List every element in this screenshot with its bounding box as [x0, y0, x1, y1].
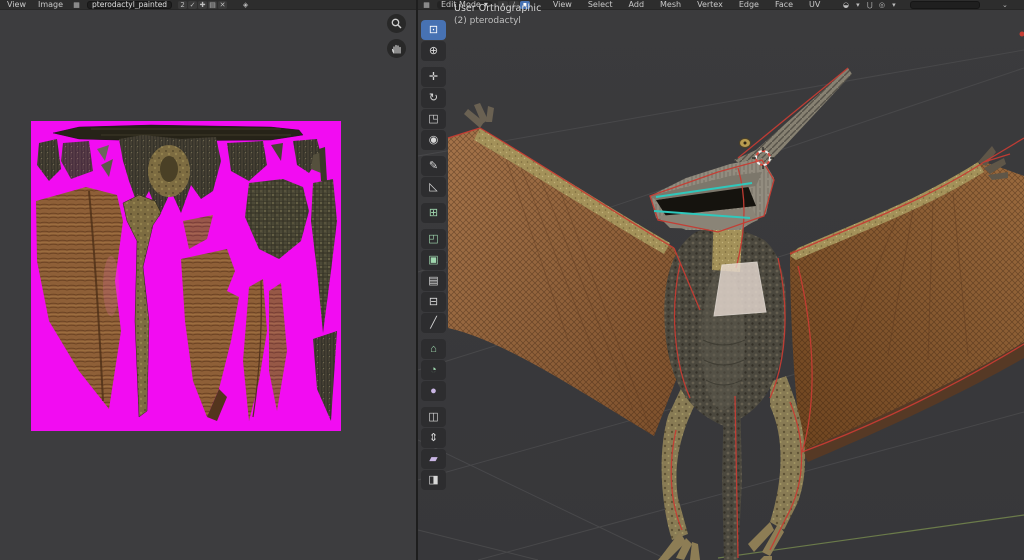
- tool-bevel[interactable]: ▤: [421, 271, 446, 291]
- tool-add-cube[interactable]: ⊞: [421, 203, 446, 223]
- zoom-icon[interactable]: [387, 14, 406, 33]
- tool-smooth[interactable]: ●: [421, 381, 446, 401]
- image-editor-header: View Image ▦ pterodactyl_painted 2 ✓ ✚ ▤ …: [0, 0, 416, 10]
- tool-poly-build[interactable]: ⌂: [421, 339, 446, 359]
- tool-rip-region[interactable]: ◨: [421, 470, 446, 490]
- menu-add[interactable]: Add: [626, 0, 648, 9]
- texture-atlas-canvas: [31, 121, 341, 431]
- scene-pterodactyl: [418, 10, 1024, 560]
- tool-knife[interactable]: ╱: [421, 313, 446, 333]
- tool-shear[interactable]: ▰: [421, 449, 446, 469]
- viewport-header-icons: ◒▾⋃◎▾: [841, 1, 898, 9]
- transform-orientation-icon[interactable]: ◒: [841, 1, 850, 9]
- users-count-button[interactable]: 2: [178, 1, 187, 9]
- menu-select[interactable]: Select: [585, 0, 616, 9]
- tool-measure[interactable]: ◺: [421, 177, 446, 197]
- tool-shrink-fatten[interactable]: ⇕: [421, 428, 446, 448]
- image-datablock-buttons: 2 ✓ ✚ ▤ ✕: [178, 1, 227, 9]
- tool-edge-slide[interactable]: ◫: [421, 407, 446, 427]
- menu-view[interactable]: View: [4, 0, 29, 9]
- menu-face[interactable]: Face: [772, 0, 796, 9]
- unlink-image-icon[interactable]: ✕: [218, 1, 227, 9]
- texture-atlas-image[interactable]: [31, 121, 341, 431]
- image-name-field[interactable]: pterodactyl_painted: [87, 1, 172, 9]
- fake-user-icon[interactable]: ✓: [188, 1, 197, 9]
- tool-extrude-region[interactable]: ◰: [421, 229, 446, 249]
- tool-annotate[interactable]: ✎: [421, 156, 446, 176]
- tool-move[interactable]: ✛: [421, 67, 446, 87]
- pin-icon[interactable]: ◈: [241, 1, 250, 9]
- viewport-overlay-text: User Orthographic (2) pterodactyl: [454, 3, 541, 27]
- header-field[interactable]: [910, 1, 980, 9]
- proportional-editing-icon[interactable]: ◎: [877, 1, 886, 9]
- view-name-label: User Orthographic: [454, 3, 541, 15]
- menu-view[interactable]: View: [550, 0, 575, 9]
- viewport-canvas[interactable]: [418, 10, 1024, 560]
- options-icon[interactable]: ⌄: [1000, 1, 1009, 9]
- tool-scale[interactable]: ◳: [421, 109, 446, 129]
- selected-face[interactable]: [714, 262, 766, 316]
- menu-image[interactable]: Image: [35, 0, 66, 9]
- open-image-icon[interactable]: ▤: [208, 1, 217, 9]
- uv-image-editor: View Image ▦ pterodactyl_painted 2 ✓ ✚ ▤ …: [0, 0, 416, 560]
- tool-rotate[interactable]: ↻: [421, 88, 446, 108]
- viewport-menus: View Select Add Mesh Vertex Edge Face UV: [550, 0, 824, 9]
- menu-edge[interactable]: Edge: [736, 0, 762, 9]
- tool-inset-faces[interactable]: ▣: [421, 250, 446, 270]
- editor-type-icon[interactable]: ▦: [422, 1, 431, 9]
- active-object-label: (2) pterodactyl: [454, 15, 541, 27]
- image-nav-gizmos: [387, 14, 406, 58]
- menu-uv[interactable]: UV: [806, 0, 823, 9]
- tool-loop-cut[interactable]: ⊟: [421, 292, 446, 312]
- browse-image-icon[interactable]: ▦: [72, 1, 81, 9]
- menu-mesh[interactable]: Mesh: [657, 0, 684, 9]
- pan-icon[interactable]: [387, 39, 406, 58]
- tool-spin[interactable]: ◔: [421, 360, 446, 380]
- blender-window: View Image ▦ pterodactyl_painted 2 ✓ ✚ ▤ …: [0, 0, 1024, 560]
- tool-select-box[interactable]: ⊡: [421, 20, 446, 40]
- snap-target-icon[interactable]: ▾: [853, 1, 862, 9]
- 3d-viewport: ▦ Edit Mode ▾ ∙∕▪ ViewSelectAddMeshVerte…: [418, 0, 1024, 560]
- tool-shelf: ⊡⊕ ✛↻◳◉ ✎◺ ⊞ ◰▣▤⊟╱ ⌂◔● ◫⇕▰◨: [421, 20, 447, 491]
- proportional-falloff-icon[interactable]: ▾: [889, 1, 898, 9]
- tool-cursor[interactable]: ⊕: [421, 41, 446, 61]
- tool-transform[interactable]: ◉: [421, 130, 446, 150]
- new-image-icon[interactable]: ✚: [198, 1, 207, 9]
- menu-vertex[interactable]: Vertex: [694, 0, 726, 9]
- snap-magnet-icon[interactable]: ⋃: [865, 1, 874, 9]
